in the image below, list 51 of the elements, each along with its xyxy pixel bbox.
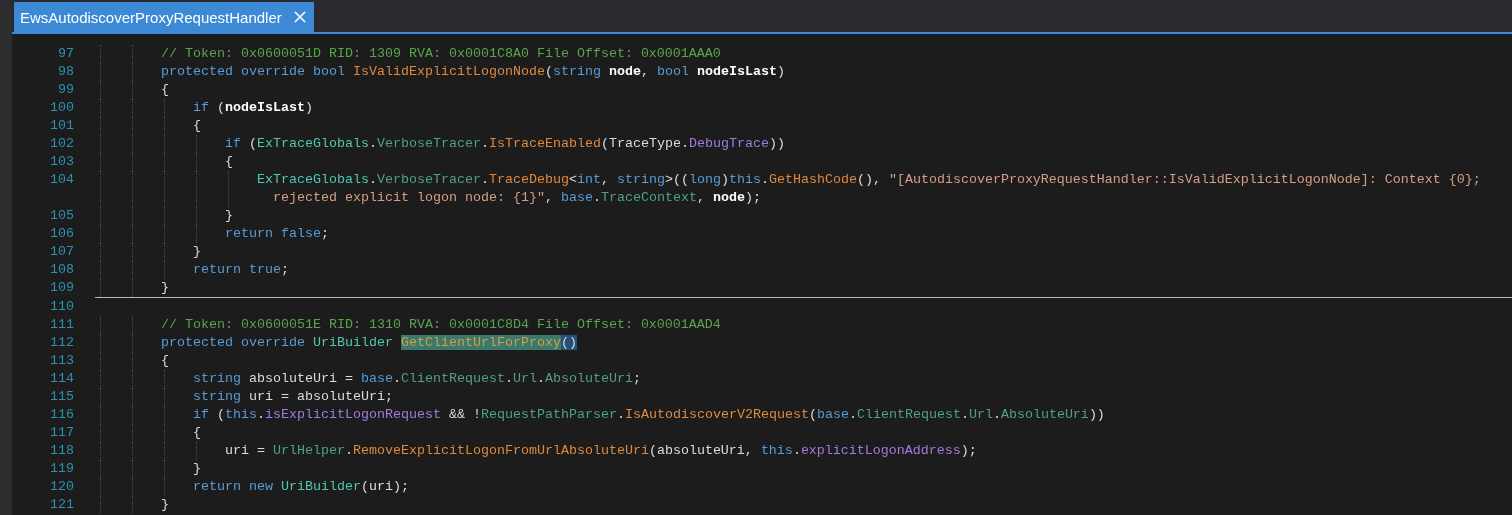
line-number: 114 bbox=[49, 370, 75, 388]
line-number: 110 bbox=[49, 298, 75, 316]
code-line: } bbox=[97, 460, 201, 478]
code-line: if (ExTraceGlobals.VerboseTracer.IsTraceEnabled(TraceType.DebugTrace)) bbox=[97, 135, 785, 153]
line-number: 106 bbox=[49, 225, 75, 243]
line-number: 115 bbox=[49, 388, 75, 406]
code-line: string absoluteUri = base.ClientRequest.Url.AbsoluteUri; bbox=[97, 370, 641, 388]
line-number: 100 bbox=[49, 99, 75, 117]
code-line: if (this.isExplicitLogonRequest && !RequestPathParser.IsAutodiscoverV2Request(base.ClientRequest.Url.AbsoluteUri)) bbox=[97, 406, 1105, 424]
code-line: uri = UrlHelper.RemoveExplicitLogonFromUrlAbsoluteUri(absoluteUri, this.explicitLogonAddress); bbox=[97, 442, 977, 460]
code-line: { bbox=[97, 352, 169, 370]
code-line: // Token: 0x0600051D RID: 1309 RVA: 0x0001C8A0 File Offset: 0x0001AAA0 bbox=[97, 45, 721, 63]
code-line: } bbox=[97, 496, 169, 514]
code-line: } bbox=[97, 243, 201, 261]
line-number: 119 bbox=[49, 460, 75, 478]
line-number: 105 bbox=[49, 207, 75, 225]
line-number: 112 bbox=[49, 334, 75, 352]
code-line: ExTraceGlobals.VerboseTracer.TraceDebug<int, string>((long)this.GetHashCode(), "[AutodiscoverProxyRequestHandler::IsValidExplicitLogonNode]: Context {0}; rejected explicit logon node: {1}", base.TraceContext, node); bbox=[97, 171, 1481, 207]
code-line: protected override bool IsValidExplicitLogonNode(string node, bool nodeIsLast) bbox=[97, 63, 785, 81]
line-number: 117 bbox=[49, 424, 75, 442]
code-line: } bbox=[97, 207, 233, 225]
line-number: 107 bbox=[49, 243, 75, 261]
line-number: 99 bbox=[57, 81, 75, 99]
line-number: 97 bbox=[57, 45, 75, 63]
line-number: 116 bbox=[49, 406, 75, 424]
code-line: { bbox=[97, 117, 201, 135]
close-icon[interactable] bbox=[291, 9, 308, 25]
code-line: } bbox=[97, 279, 169, 297]
line-number: 104 bbox=[49, 171, 75, 189]
code-line: // Token: 0x0600051E RID: 1310 RVA: 0x0001C8D4 File Offset: 0x0001AAD4 bbox=[97, 316, 721, 334]
line-number: 102 bbox=[49, 135, 75, 153]
code-line: protected override UriBuilder GetClientUrlForProxy() bbox=[97, 334, 577, 352]
code-line: { bbox=[97, 153, 233, 171]
line-number: 103 bbox=[49, 153, 75, 171]
line-number: 108 bbox=[49, 261, 75, 279]
line-number: 101 bbox=[49, 117, 75, 135]
line-number: 113 bbox=[49, 352, 75, 370]
code-line: { bbox=[97, 424, 201, 442]
code-line: return new UriBuilder(uri); bbox=[97, 478, 409, 496]
code-line: return true; bbox=[97, 261, 289, 279]
editor-tab[interactable]: EwsAutodiscoverProxyRequestHandler bbox=[14, 2, 314, 32]
line-number: 120 bbox=[49, 478, 75, 496]
code-line: if (nodeIsLast) bbox=[97, 99, 313, 117]
line-number: 109 bbox=[49, 279, 75, 297]
code-line: return false; bbox=[97, 225, 329, 243]
line-number: 111 bbox=[49, 316, 75, 334]
line-number: 98 bbox=[57, 63, 75, 81]
line-number: 121 bbox=[49, 496, 75, 514]
code-line: string uri = absoluteUri; bbox=[97, 388, 393, 406]
line-number: 118 bbox=[49, 442, 75, 460]
code-line: { bbox=[97, 81, 169, 99]
